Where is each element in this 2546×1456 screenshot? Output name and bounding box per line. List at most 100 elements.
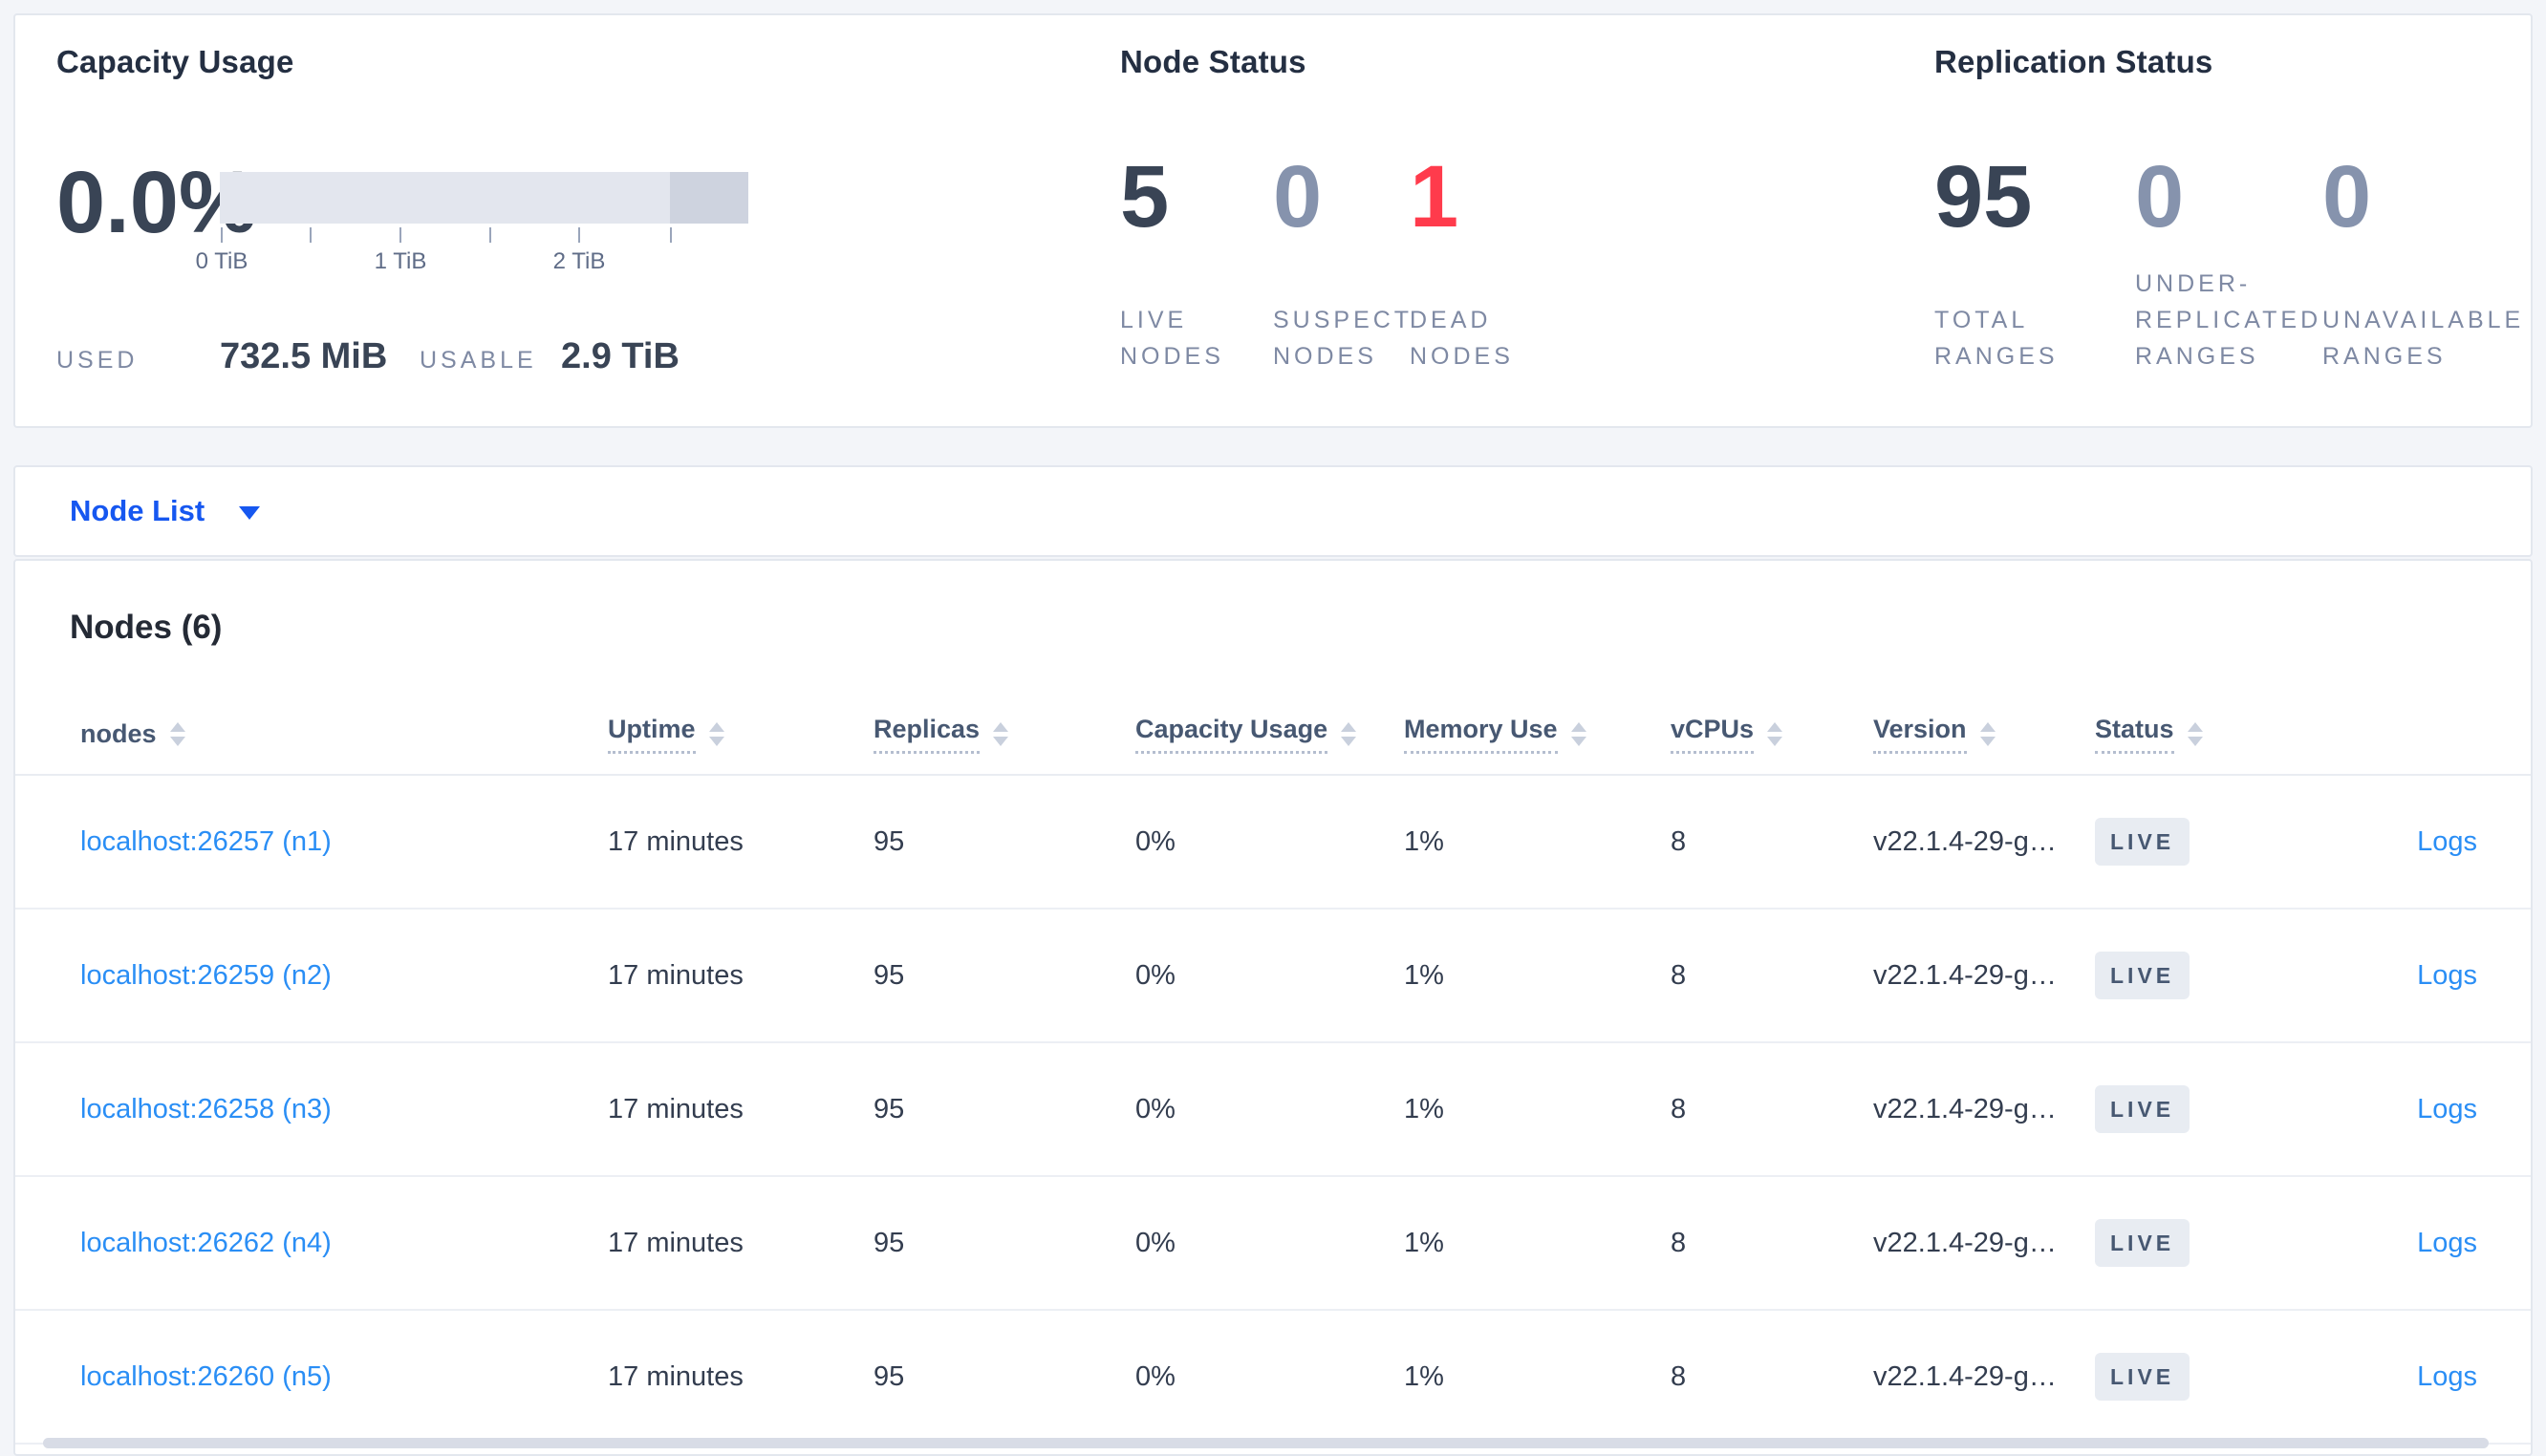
table-row: localhost:26259 (n2) 17 minutes 95 0% 1%… [15, 910, 2531, 1043]
replicas-cell: 95 [874, 959, 905, 991]
under-replicated-ranges-stat: 0 UNDER-REPLICATED RANGES [2135, 149, 2331, 375]
replicas-cell: 95 [874, 1093, 905, 1124]
status-badge: LIVE [2095, 1085, 2190, 1133]
node-link[interactable]: localhost:26262 (n4) [80, 1228, 332, 1258]
total-ranges-label: TOTAL RANGES [1934, 307, 2059, 370]
suspect-nodes-label: SUSPECT NODES [1273, 307, 1413, 370]
column-header-uptime[interactable]: Uptime [608, 715, 874, 754]
memory-use-cell: 1% [1404, 1093, 1444, 1124]
sort-icon [708, 722, 724, 746]
replication-status-section: Replication Status 95 TOTAL RANGES 0 UND… [1934, 15, 2527, 426]
node-list-dropdown[interactable]: Node List [70, 494, 261, 528]
node-status-title: Node Status [1120, 44, 1306, 79]
version-cell: v22.1.4-29-g… [1873, 1093, 2057, 1124]
under-replicated-ranges-count: 0 [2135, 148, 2185, 246]
column-header-capacity-usage[interactable]: Capacity Usage [1135, 715, 1404, 754]
version-cell: v22.1.4-29-g… [1873, 1227, 2057, 1258]
table-header-row: nodes Uptime Replicas Capacity Usage Mem… [15, 695, 2531, 776]
node-list-dropdown-label: Node List [70, 494, 205, 527]
unavailable-ranges-label: UNAVAILABLE RANGES [2322, 307, 2525, 370]
column-header-version[interactable]: Version [1873, 715, 2095, 754]
tick-label: 1 TiB [374, 248, 427, 274]
memory-use-cell: 1% [1404, 1360, 1444, 1392]
uptime-cell: 17 minutes [608, 1093, 744, 1124]
sort-icon [1341, 722, 1357, 746]
tick-label: 0 TiB [195, 248, 248, 274]
sort-icon [993, 722, 1009, 746]
sort-icon [169, 722, 185, 746]
vcpus-cell: 8 [1671, 825, 1687, 857]
chevron-down-icon [239, 506, 261, 520]
nodes-table-panel: Nodes (6) nodes Uptime Replicas Capacity… [13, 559, 2533, 1456]
node-link[interactable]: localhost:26259 (n2) [80, 960, 332, 991]
column-header-memory-use[interactable]: Memory Use [1404, 715, 1671, 754]
total-ranges-stat: 95 TOTAL RANGES [1934, 149, 2106, 375]
version-cell: v22.1.4-29-g… [1873, 825, 2057, 857]
column-header-replicas[interactable]: Replicas [874, 715, 1135, 754]
status-badge: LIVE [2095, 818, 2190, 866]
capacity-usage-cell: 0% [1135, 959, 1176, 991]
view-selector-bar: Node List [13, 465, 2533, 557]
capacity-axis-ticks [220, 227, 748, 243]
table-row: localhost:26257 (n1) 17 minutes 95 0% 1%… [15, 776, 2531, 910]
sort-icon [1570, 722, 1586, 746]
memory-use-cell: 1% [1404, 825, 1444, 857]
logs-link[interactable]: Logs [2417, 1361, 2477, 1392]
total-ranges-count: 95 [1934, 148, 2033, 246]
column-header-status[interactable]: Status [2095, 715, 2363, 754]
node-link[interactable]: localhost:26258 (n3) [80, 1094, 332, 1124]
table-row: localhost:26262 (n4) 17 minutes 95 0% 1%… [15, 1177, 2531, 1311]
node-status-section: Node Status 5 LIVE NODES 0 SUSPECT NODES… [1120, 15, 1923, 426]
dead-nodes-count: 1 [1410, 148, 1459, 246]
capacity-usage-cell: 0% [1135, 1360, 1176, 1392]
nodes-table-title: Nodes (6) [70, 609, 223, 646]
node-link[interactable]: localhost:26257 (n1) [80, 826, 332, 857]
used-value: 732.5 MiB [220, 336, 388, 376]
table-row: localhost:26258 (n3) 17 minutes 95 0% 1%… [15, 1043, 2531, 1177]
live-nodes-count: 5 [1120, 148, 1170, 246]
version-cell: v22.1.4-29-g… [1873, 959, 2057, 991]
cluster-summary-panel: Capacity Usage 0.0% 0 TiB 1 TiB 2 TiB US… [13, 13, 2533, 428]
status-badge: LIVE [2095, 952, 2190, 999]
memory-use-cell: 1% [1404, 1227, 1444, 1258]
vcpus-cell: 8 [1671, 1360, 1687, 1392]
uptime-cell: 17 minutes [608, 825, 744, 857]
replication-status-title: Replication Status [1934, 44, 2213, 79]
capacity-usage-title: Capacity Usage [56, 44, 294, 79]
suspect-nodes-stat: 0 SUSPECT NODES [1273, 149, 1416, 375]
version-cell: v22.1.4-29-g… [1873, 1360, 2057, 1392]
vcpus-cell: 8 [1671, 1227, 1687, 1258]
unavailable-ranges-count: 0 [2322, 148, 2372, 246]
sort-icon [1979, 722, 1996, 746]
table-row: localhost:26260 (n5) 17 minutes 95 0% 1%… [15, 1311, 2531, 1445]
unavailable-ranges-stat: 0 UNAVAILABLE RANGES [2322, 149, 2546, 375]
live-nodes-label: LIVE NODES [1120, 307, 1224, 370]
vcpus-cell: 8 [1671, 1093, 1687, 1124]
status-badge: LIVE [2095, 1219, 2190, 1267]
capacity-bar-chart: 0 TiB 1 TiB 2 TiB [196, 172, 748, 277]
logs-link[interactable]: Logs [2417, 1228, 2477, 1258]
logs-link[interactable]: Logs [2417, 826, 2477, 857]
capacity-stats-row: USED 732.5 MiB USABLE 2.9 TiB [56, 336, 680, 378]
sort-icon [1767, 722, 1783, 746]
suspect-nodes-count: 0 [1273, 148, 1323, 246]
usable-value: 2.9 TiB [561, 336, 680, 376]
table-scrollbar[interactable] [43, 1438, 2489, 1448]
node-link[interactable]: localhost:26260 (n5) [80, 1361, 332, 1392]
column-header-vcpus[interactable]: vCPUs [1671, 715, 1873, 754]
dead-nodes-stat: 1 DEAD NODES [1410, 149, 1553, 375]
status-badge: LIVE [2095, 1353, 2190, 1401]
dead-nodes-label: DEAD NODES [1410, 307, 1514, 370]
uptime-cell: 17 minutes [608, 959, 744, 991]
uptime-cell: 17 minutes [608, 1360, 744, 1392]
logs-link[interactable]: Logs [2417, 1094, 2477, 1124]
vcpus-cell: 8 [1671, 959, 1687, 991]
live-nodes-stat: 5 LIVE NODES [1120, 149, 1263, 375]
logs-link[interactable]: Logs [2417, 960, 2477, 991]
column-header-nodes[interactable]: nodes [80, 719, 608, 749]
tick-label: 2 TiB [552, 248, 606, 274]
capacity-axis-labels: 0 TiB 1 TiB 2 TiB [196, 248, 748, 277]
memory-use-cell: 1% [1404, 959, 1444, 991]
capacity-usage-cell: 0% [1135, 825, 1176, 857]
capacity-usage-cell: 0% [1135, 1093, 1176, 1124]
